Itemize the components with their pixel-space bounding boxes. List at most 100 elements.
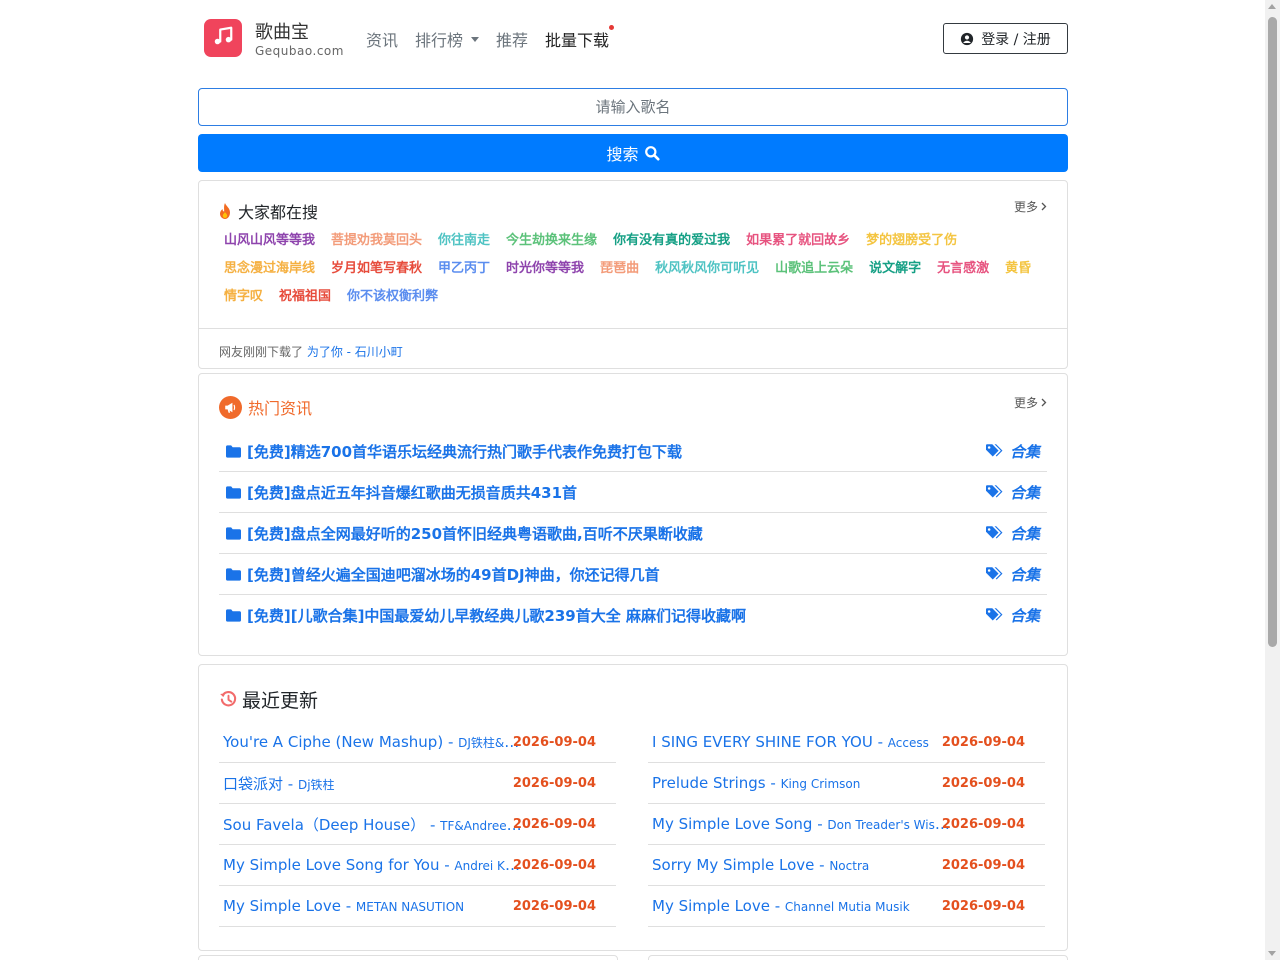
folder-icon [226, 609, 241, 622]
hot-search-tag[interactable]: 山风山风等等我 [224, 231, 315, 250]
update-date: 2026-09-04 [512, 775, 596, 791]
recent-song-row[interactable]: My Simple Love - Channel Mutia Musik 2026… [648, 886, 1045, 927]
recent-updates-title-text: 最近更新 [242, 690, 319, 712]
scrollbar-thumb[interactable] [1268, 17, 1277, 647]
recent-song-row[interactable]: My Simple Love Song - Don Treader's Wisd… [648, 804, 1045, 845]
song-search-input[interactable] [198, 88, 1068, 126]
song-title: You're A Ciphe (New Mashup) [223, 733, 444, 751]
tags-icon [985, 566, 1004, 582]
hot-search-tag[interactable]: 甲乙丙丁 [438, 259, 490, 278]
news-link[interactable]: [免费]曾经火遍全国迪吧溜冰场的49首DJ神曲，你还记得几首 [226, 564, 660, 585]
ticker-prefix: 网友刚刚下载了 [219, 345, 304, 359]
hot-search-tag[interactable]: 秋风秋风你可听见 [655, 259, 759, 278]
ticker-song-link[interactable]: 为了你 - 石川小町 [307, 345, 403, 359]
hot-news-title-text: 热门资讯 [248, 399, 313, 418]
recent-song-link[interactable]: You're A Ciphe (New Mashup) - DJ铁柱&阳... [223, 733, 523, 751]
caret-down-icon [471, 36, 480, 42]
recent-song-link[interactable]: My Simple Love - Channel Mutia Musik [652, 897, 910, 915]
news-category[interactable]: 合集 [985, 441, 1040, 462]
user-circle-icon [960, 32, 974, 46]
recent-song-row[interactable]: Prelude Strings - King Crimson 2026-09-04 [648, 763, 1045, 804]
recent-song-row[interactable]: I SING EVERY SHINE FOR YOU - Access 2026-… [648, 722, 1045, 763]
update-date: 2026-09-04 [941, 734, 1025, 750]
news-category[interactable]: 合集 [985, 605, 1040, 626]
recent-song-row[interactable]: You're A Ciphe (New Mashup) - DJ铁柱&阳... 2… [219, 722, 616, 763]
news-row: [免费]盘点全网最好听的250首怀旧经典粤语歌曲,百听不厌果断收藏 合集 [219, 513, 1047, 554]
search-button[interactable]: 搜索 [198, 134, 1068, 172]
hot-search-tag[interactable]: 情字叹 [224, 287, 263, 306]
hot-search-tag[interactable]: 如果累了就回故乡 [746, 231, 850, 250]
recent-song-link[interactable]: 口袋派对 - Dj铁柱 [223, 773, 335, 794]
update-date: 2026-09-04 [941, 857, 1025, 873]
hot-search-tag[interactable]: 时光你等等我 [506, 259, 584, 278]
login-register-button[interactable]: 登录 / 注册 [943, 23, 1068, 54]
news-category[interactable]: 合集 [985, 482, 1040, 503]
hot-search-tag[interactable]: 你有没有真的爱过我 [613, 231, 730, 250]
recent-song-link[interactable]: Sou Favela（Deep House） - TF&Andree S... [223, 814, 523, 835]
news-row: [免费]精选700首华语乐坛经典流行热门歌手代表作免费打包下载 合集 [219, 431, 1047, 472]
nav-item-label: 资讯 [366, 31, 399, 50]
update-date: 2026-09-04 [941, 816, 1025, 832]
song-artist: TF&Andree S... [440, 818, 523, 833]
hot-search-tag[interactable]: 你不该权衡利弊 [347, 287, 438, 306]
nav-item-charts[interactable]: 排行榜 [415, 27, 480, 51]
recent-song-link[interactable]: My Simple Love - METAN NASUTION [223, 897, 464, 915]
recent-song-link[interactable]: Prelude Strings - King Crimson [652, 774, 860, 792]
nav-item-batch-download[interactable]: 批量下载 [545, 25, 615, 51]
hot-news-more-link[interactable]: 更多 [1014, 394, 1047, 411]
tags-icon [985, 484, 1004, 500]
news-link[interactable]: [免费][儿歌合集]中国最爱幼儿早教经典儿歌239首大全 麻麻们记得收藏啊 [226, 605, 746, 626]
hot-search-tag[interactable]: 说文解字 [869, 259, 921, 278]
recent-song-link[interactable]: Sorry My Simple Love - Noctra [652, 856, 869, 874]
news-link[interactable]: [免费]盘点全网最好听的250首怀旧经典粤语歌曲,百听不厌果断收藏 [226, 523, 703, 544]
hot-search-tag[interactable]: 无言感激 [937, 259, 989, 278]
scroll-down-arrow-icon[interactable] [1268, 951, 1276, 956]
recent-updates-title: 最近更新 [219, 686, 318, 713]
song-artist: Channel Mutia Musik [784, 900, 910, 914]
site-name[interactable]: 歌曲宝 [255, 18, 309, 44]
main-nav: 资讯 排行榜 推荐 批量下载 [366, 25, 626, 51]
hot-search-more-link[interactable]: 更多 [1014, 198, 1047, 215]
recent-song-row[interactable]: My Simple Love Song for You - Andrei Kry… [219, 845, 616, 886]
nav-item-news[interactable]: 资讯 [366, 27, 398, 51]
nav-item-label: 批量下载 [545, 31, 610, 50]
news-link[interactable]: [免费]精选700首华语乐坛经典流行热门歌手代表作免费打包下载 [226, 441, 682, 462]
news-link[interactable]: [免费]盘点近五年抖音爆红歌曲无损音质共431首 [226, 482, 577, 503]
scroll-up-arrow-icon[interactable] [1268, 4, 1276, 9]
song-title: I SING EVERY SHINE FOR YOU [652, 733, 873, 751]
hot-search-tag[interactable]: 梦的翅膀受了伤 [866, 231, 957, 250]
news-row: [免费]盘点近五年抖音爆红歌曲无损音质共431首 合集 [219, 472, 1047, 513]
song-title: My Simple Love Song [652, 815, 813, 833]
hot-search-tag[interactable]: 祝福祖国 [279, 287, 331, 306]
hot-search-tag[interactable]: 琵琶曲 [600, 259, 639, 278]
hot-search-tag[interactable]: 菩提劝我莫回头 [331, 231, 422, 250]
recent-song-row[interactable]: 口袋派对 - Dj铁柱 2026-09-04 [219, 763, 616, 804]
nav-item-recommend[interactable]: 推荐 [496, 27, 528, 51]
hot-search-tag[interactable]: 岁月如笔写春秋 [331, 259, 422, 278]
recent-updates-left-column: You're A Ciphe (New Mashup) - DJ铁柱&阳... 2… [219, 722, 616, 927]
hot-search-tag[interactable]: 你往南走 [438, 231, 490, 250]
hot-search-tag[interactable]: 思念漫过海岸线 [224, 259, 315, 278]
recent-song-link[interactable]: I SING EVERY SHINE FOR YOU - Access [652, 733, 929, 751]
update-date: 2026-09-04 [941, 898, 1025, 914]
recent-song-row[interactable]: My Simple Love - METAN NASUTION 2026-09-0… [219, 886, 616, 927]
recent-song-row[interactable]: Sou Favela（Deep House） - TF&Andree S... 2… [219, 804, 616, 845]
song-artist: METAN NASUTION [355, 900, 465, 914]
recent-song-link[interactable]: My Simple Love Song for You - Andrei Kry… [223, 856, 523, 874]
chevron-right-icon [1041, 202, 1047, 211]
megaphone-icon [219, 395, 242, 419]
recent-song-row[interactable]: Sorry My Simple Love - Noctra 2026-09-04 [648, 845, 1045, 886]
page-scrollbar[interactable] [1265, 0, 1280, 960]
hot-search-tag[interactable]: 今生劫换来生缘 [506, 231, 597, 250]
news-category[interactable]: 合集 [985, 523, 1040, 544]
tags-icon [985, 608, 1004, 623]
hot-search-tag[interactable]: 山歌追上云朵 [775, 259, 853, 278]
hot-search-tag[interactable]: 黄昏 [1005, 259, 1031, 278]
folder-icon [226, 444, 241, 458]
news-category[interactable]: 合集 [985, 564, 1040, 585]
chevron-right-icon [1041, 398, 1047, 407]
recent-song-link[interactable]: My Simple Love Song - Don Treader's Wisd… [652, 815, 952, 833]
song-artist: Dj铁柱 [297, 777, 335, 792]
news-category-label: 合集 [1009, 442, 1040, 461]
logo[interactable] [204, 19, 242, 57]
